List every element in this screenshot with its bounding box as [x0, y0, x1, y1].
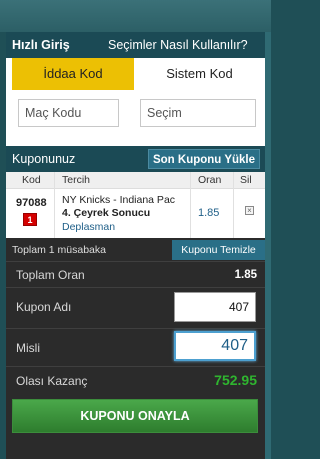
column-header-kod: Kod [22, 174, 41, 186]
pick-label: Deplasman [62, 221, 116, 233]
column-header-sil: Sil [240, 174, 252, 186]
match-count-text: Toplam 1 müsabaka [12, 244, 106, 256]
tab-iddaa-kod[interactable]: İddaa Kod [12, 58, 134, 90]
selection-input[interactable] [140, 99, 256, 127]
total-odds-value: 1.85 [234, 269, 257, 281]
column-divider [54, 172, 55, 238]
match-code: 97088 [16, 197, 47, 209]
column-divider [190, 172, 191, 238]
code-tabs: İddaa Kod Sistem Kod [6, 58, 265, 90]
bet-type: 4. Çeyrek Sonucu [62, 207, 151, 219]
divider [6, 366, 265, 367]
potential-win-label: Olası Kazanç [16, 374, 88, 388]
help-link[interactable]: Seçimler Nasıl Kullanılır? [108, 38, 248, 52]
quick-entry-title: Hızlı Giriş [12, 38, 70, 52]
quick-entry-inputs [6, 90, 265, 146]
match-code-input[interactable] [18, 99, 119, 127]
divider [6, 328, 265, 329]
potential-win-value: 752.95 [214, 372, 257, 388]
clear-coupon-button[interactable]: Kuponu Temizle [172, 240, 265, 260]
multiplier-label: Misli [16, 341, 40, 355]
coupon-name-input[interactable] [174, 292, 256, 322]
column-header-tercih: Tercih [62, 174, 91, 186]
quick-entry-header: Hızlı Giriş Seçimler Nasıl Kullanılır? [6, 32, 265, 58]
column-divider [233, 172, 234, 238]
odds-value: 1.85 [198, 207, 220, 219]
confirm-coupon-button[interactable]: KUPONU ONAYLA [12, 399, 258, 433]
coupon-panel: Hızlı Giriş Seçimler Nasıl Kullanılır? İ… [6, 32, 265, 459]
table-header: Kod Tercih Oran Sil [6, 172, 265, 189]
right-edge [265, 32, 271, 459]
multiplier-input[interactable] [174, 331, 256, 361]
coupon-title: Kuponunuz [12, 152, 76, 166]
coupon-header: Kuponunuz Son Kuponu Yükle [6, 146, 265, 172]
summary-row: Toplam 1 müsabaka Kuponu Temizle [6, 240, 265, 260]
divider [6, 261, 265, 262]
match-name: NY Knicks - Indiana Pac [62, 194, 176, 206]
coupon-name-label: Kupon Adı [16, 300, 72, 314]
load-last-coupon-button[interactable]: Son Kuponu Yükle [148, 149, 260, 169]
divider [6, 287, 265, 288]
delete-icon[interactable]: × [245, 206, 254, 215]
tab-sistem-kod[interactable]: Sistem Kod [134, 58, 265, 90]
page-top-strip [0, 0, 271, 32]
total-odds-label: Toplam Oran [16, 268, 85, 282]
column-header-oran: Oran [198, 174, 222, 186]
min-bet-badge: 1 [23, 213, 37, 226]
coupon-table: Kod Tercih Oran Sil 97088 1 NY Knicks - … [6, 172, 265, 238]
